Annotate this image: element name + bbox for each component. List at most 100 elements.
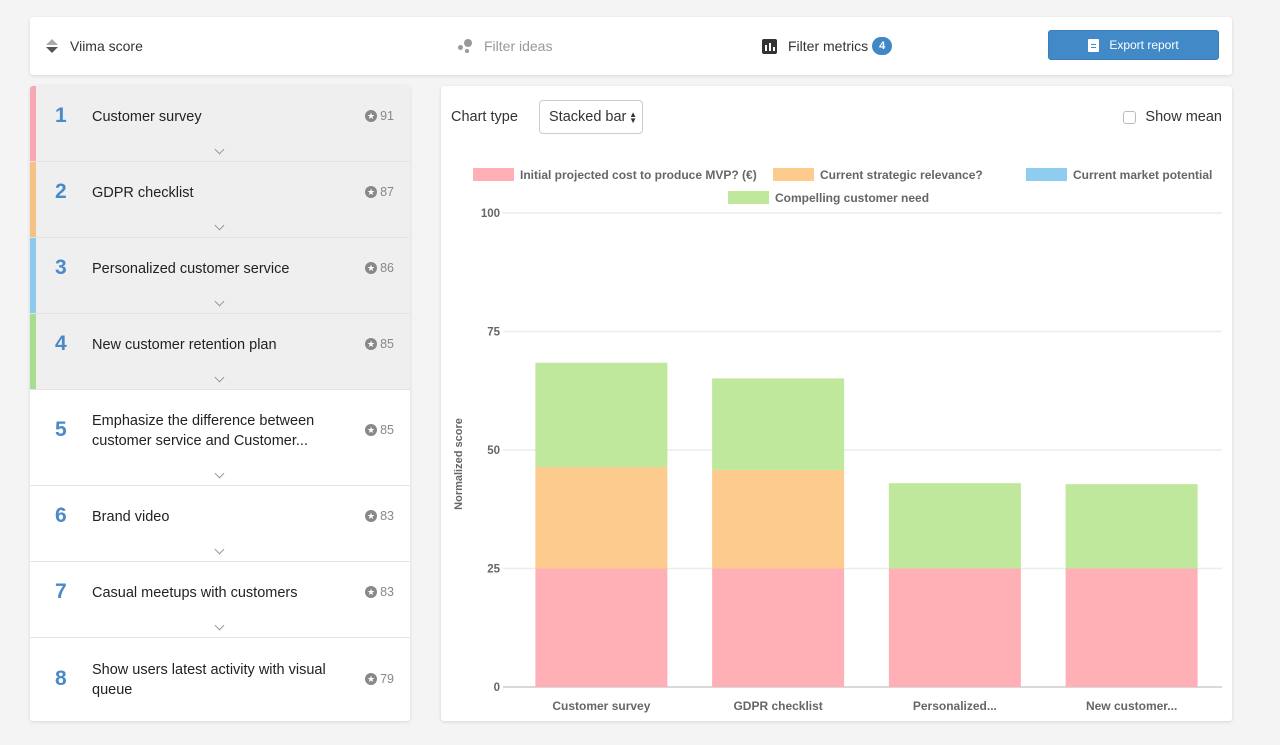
idea-title[interactable]: Personalized customer service (92, 259, 342, 279)
y-tick-label: 0 (494, 682, 500, 694)
idea-rank: 4 (55, 332, 67, 355)
bar-segment (535, 568, 668, 687)
idea-score: ★ 83 (365, 585, 394, 599)
legend-label: Current strategic relevance? (820, 168, 983, 182)
bar-segment (888, 568, 1021, 687)
bar-segment (712, 469, 845, 569)
sort-label: Viima score (70, 38, 143, 54)
expand-chevron-icon[interactable] (214, 296, 225, 307)
filter-ideas-icon (458, 39, 474, 53)
idea-score-value: 83 (380, 585, 394, 599)
idea-title[interactable]: GDPR checklist (92, 183, 342, 203)
star-icon: ★ (365, 262, 378, 274)
star-icon: ★ (365, 673, 378, 685)
stacked-bar-chart: Initial projected cost to produce MVP? (… (453, 168, 1222, 713)
expand-chevron-icon[interactable] (214, 468, 225, 479)
y-tick-label: 100 (481, 208, 500, 220)
idea-title[interactable]: Casual meetups with customers (92, 583, 342, 603)
legend-label: Current market potential (1073, 168, 1212, 182)
idea-score: ★ 79 (365, 672, 394, 686)
y-axis-label: Normalized score (453, 418, 465, 510)
idea-title[interactable]: Show users latest activity with visual q… (92, 660, 342, 700)
bar-segment (535, 467, 668, 569)
star-icon: ★ (365, 186, 378, 198)
idea-title[interactable]: Emphasize the difference between custome… (92, 411, 342, 451)
idea-color-stripe (30, 86, 36, 161)
export-report-button[interactable]: Export report (1048, 30, 1219, 60)
sort-dropdown[interactable]: Viima score (46, 17, 143, 75)
idea-list-item[interactable]: 1 Customer survey ★ 91 (30, 86, 410, 162)
idea-list-item[interactable]: 2 GDPR checklist ★ 87 (30, 162, 410, 238)
y-tick-label: 25 (487, 564, 500, 576)
idea-score: ★ 87 (365, 185, 394, 199)
idea-rank: 3 (55, 256, 67, 279)
idea-rank: 8 (55, 667, 67, 690)
bar-segment (535, 362, 668, 468)
idea-score: ★ 85 (365, 423, 394, 437)
idea-score: ★ 91 (365, 109, 394, 123)
idea-rank: 7 (55, 580, 67, 603)
bar-segment (888, 483, 1021, 569)
star-icon: ★ (365, 110, 378, 122)
legend-swatch (473, 168, 514, 181)
sort-icon (46, 38, 58, 54)
idea-score-value: 85 (380, 423, 394, 437)
idea-rank: 6 (55, 504, 67, 527)
star-icon: ★ (365, 510, 378, 522)
x-tick-label: Personalized... (913, 699, 997, 713)
filter-metrics-button[interactable]: Filter metrics 4 (762, 17, 893, 75)
idea-color-stripe (30, 314, 36, 389)
star-icon: ★ (365, 338, 378, 350)
filter-metrics-label: Filter metrics (788, 38, 869, 54)
legend-swatch (1026, 168, 1067, 181)
star-icon: ★ (365, 424, 378, 436)
y-tick-label: 75 (487, 327, 500, 339)
bar-segment (1065, 568, 1198, 687)
star-icon: ★ (365, 586, 378, 598)
expand-chevron-icon[interactable] (214, 544, 225, 555)
idea-score-value: 79 (380, 672, 394, 686)
idea-list-item[interactable]: 6 Brand video ★ 83 (30, 486, 410, 562)
expand-chevron-icon[interactable] (214, 220, 225, 231)
expand-chevron-icon[interactable] (214, 372, 225, 383)
expand-chevron-icon[interactable] (214, 620, 225, 631)
idea-list-item[interactable]: 7 Casual meetups with customers ★ 83 (30, 562, 410, 638)
bar-segment (1065, 484, 1198, 569)
idea-title[interactable]: Brand video (92, 507, 342, 527)
export-report-label: Export report (1109, 38, 1179, 52)
document-icon (1088, 38, 1100, 52)
x-tick-label: Customer survey (552, 699, 650, 713)
idea-rank: 2 (55, 180, 67, 203)
idea-color-stripe (30, 162, 36, 237)
idea-list-item[interactable]: 3 Personalized customer service ★ 86 (30, 238, 410, 314)
bar-segment (712, 378, 845, 470)
idea-score-value: 87 (380, 185, 394, 199)
legend-swatch (728, 191, 769, 204)
idea-score-value: 85 (380, 337, 394, 351)
idea-list-item[interactable]: 4 New customer retention plan ★ 85 (30, 314, 410, 390)
legend-label: Compelling customer need (775, 191, 929, 205)
idea-score: ★ 83 (365, 509, 394, 523)
filter-ideas-label: Filter ideas (484, 38, 553, 54)
filter-ideas-button[interactable]: Filter ideas (458, 17, 552, 75)
idea-title[interactable]: New customer retention plan (92, 335, 342, 355)
idea-score-value: 83 (380, 509, 394, 523)
idea-rank: 5 (55, 418, 67, 441)
x-tick-label: GDPR checklist (733, 699, 822, 713)
idea-color-stripe (30, 238, 36, 313)
idea-score: ★ 86 (365, 261, 394, 275)
bar-chart-icon (762, 38, 777, 54)
idea-score: ★ 85 (365, 337, 394, 351)
x-tick-label: New customer... (1086, 699, 1177, 713)
idea-score-value: 91 (380, 109, 394, 123)
idea-list-item[interactable]: 8 Show users latest activity with visual … (30, 638, 410, 721)
idea-title[interactable]: Customer survey (92, 107, 342, 127)
legend-swatch (773, 168, 814, 181)
idea-list-item[interactable]: 5 Emphasize the difference between custom… (30, 390, 410, 486)
toolbar: Viima score Filter ideas Filter metrics … (30, 17, 1232, 75)
metrics-count-badge: 4 (872, 37, 893, 55)
idea-rank: 1 (55, 104, 67, 127)
y-tick-label: 50 (487, 445, 500, 457)
expand-chevron-icon[interactable] (214, 144, 225, 155)
legend-label: Initial projected cost to produce MVP? (… (520, 168, 757, 182)
